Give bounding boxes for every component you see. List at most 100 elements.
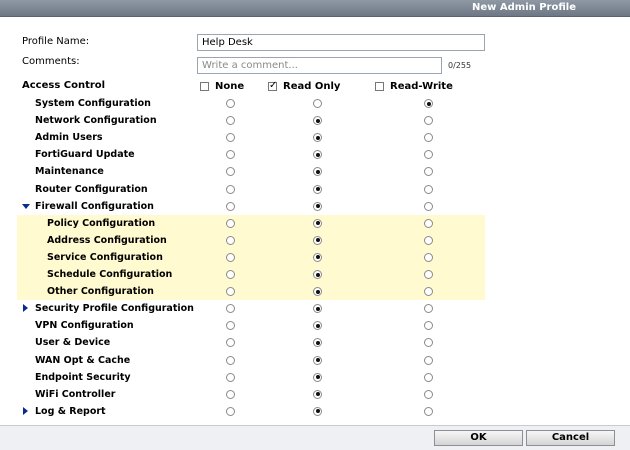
- expand-down-icon[interactable]: [22, 203, 30, 209]
- permission-label: Admin Users: [35, 132, 103, 144]
- permission-row: Log & Report: [0, 403, 630, 420]
- permission-row: System Configuration: [0, 95, 630, 112]
- permission-label: WiFi Controller: [35, 388, 116, 400]
- none-radio[interactable]: [226, 116, 235, 126]
- profile-name-label: Profile Name:: [22, 36, 90, 47]
- title-bar: New Admin Profile: [0, 0, 630, 17]
- read-write-radio[interactable]: [424, 321, 433, 331]
- read-write-radio[interactable]: [424, 252, 433, 262]
- read-only-radio[interactable]: [313, 355, 322, 365]
- read-write-radio[interactable]: [424, 99, 433, 108]
- column-read-only[interactable]: Read Only: [268, 80, 340, 92]
- read-only-radio[interactable]: [313, 133, 322, 143]
- none-radio[interactable]: [226, 218, 235, 228]
- read-only-radio[interactable]: [313, 338, 322, 348]
- none-radio[interactable]: [226, 406, 235, 416]
- none-radio[interactable]: [226, 355, 235, 365]
- read-write-radio[interactable]: [424, 150, 433, 160]
- none-radio[interactable]: [226, 150, 235, 160]
- permission-row: Network Configuration: [0, 112, 630, 129]
- read-write-radio[interactable]: [424, 389, 433, 399]
- read-write-radio[interactable]: [424, 372, 433, 382]
- none-radio[interactable]: [226, 304, 235, 314]
- read-write-radio[interactable]: [424, 201, 433, 211]
- permission-label: Service Configuration: [47, 251, 163, 263]
- none-radio[interactable]: [226, 287, 235, 297]
- permission-label: WAN Opt & Cache: [35, 354, 131, 366]
- comments-counter: 0/255: [448, 61, 472, 70]
- read-write-radio[interactable]: [424, 184, 433, 194]
- read-only-radio[interactable]: [313, 304, 322, 314]
- none-radio[interactable]: [226, 133, 235, 143]
- read-only-checkbox[interactable]: [268, 80, 277, 91]
- comments-input[interactable]: Write a comment...: [197, 57, 442, 74]
- expand-right-icon[interactable]: [23, 304, 28, 313]
- read-write-radio[interactable]: [424, 218, 433, 228]
- permission-row: Maintenance: [0, 163, 630, 180]
- read-only-radio[interactable]: [313, 252, 322, 262]
- read-only-radio[interactable]: [313, 184, 322, 194]
- none-radio[interactable]: [226, 184, 235, 194]
- read-write-checkbox[interactable]: [375, 81, 384, 91]
- read-only-radio[interactable]: [313, 201, 322, 211]
- permission-row: Security Profile Configuration: [0, 300, 630, 317]
- none-radio[interactable]: [226, 167, 235, 177]
- read-only-radio[interactable]: [313, 235, 322, 245]
- read-write-radio[interactable]: [424, 270, 433, 279]
- permission-row: Firewall Configuration: [0, 198, 630, 215]
- permission-label: User & Device: [35, 337, 111, 349]
- permission-label: Schedule Configuration: [47, 269, 173, 280]
- read-write-radio[interactable]: [424, 167, 433, 177]
- read-only-radio[interactable]: [313, 287, 322, 297]
- permission-label: Address Configuration: [47, 234, 167, 246]
- permission-row: Other Configuration: [17, 283, 485, 301]
- read-write-radio[interactable]: [424, 116, 433, 126]
- permission-row: WAN Opt & Cache: [0, 352, 630, 369]
- read-write-radio[interactable]: [424, 406, 433, 416]
- none-radio[interactable]: [226, 235, 235, 245]
- column-read-write-label: Read-Write: [390, 80, 453, 92]
- none-radio[interactable]: [226, 338, 235, 348]
- permission-label: Log & Report: [35, 405, 106, 417]
- permission-row: Service Configuration: [17, 248, 485, 266]
- read-write-radio[interactable]: [424, 338, 433, 348]
- read-only-radio[interactable]: [313, 116, 322, 126]
- read-write-radio[interactable]: [424, 304, 433, 314]
- read-only-radio[interactable]: [313, 99, 322, 108]
- column-read-write[interactable]: Read-Write: [375, 80, 453, 92]
- read-only-radio[interactable]: [313, 406, 322, 416]
- permission-row: User & Device: [0, 334, 630, 351]
- read-only-radio[interactable]: [313, 270, 322, 279]
- read-only-radio[interactable]: [313, 218, 322, 228]
- permission-row: Admin Users: [0, 129, 630, 146]
- profile-name-input[interactable]: [197, 34, 485, 51]
- none-radio[interactable]: [226, 372, 235, 382]
- ok-button[interactable]: OK: [434, 430, 523, 446]
- none-radio[interactable]: [226, 389, 235, 399]
- read-only-radio[interactable]: [313, 372, 322, 382]
- read-write-radio[interactable]: [424, 235, 433, 245]
- read-write-radio[interactable]: [424, 133, 433, 143]
- expand-right-icon[interactable]: [23, 406, 28, 415]
- permission-row: VPN Configuration: [0, 317, 630, 334]
- none-radio[interactable]: [226, 321, 235, 331]
- read-write-radio[interactable]: [424, 355, 433, 365]
- none-radio[interactable]: [226, 252, 235, 262]
- none-radio[interactable]: [226, 270, 235, 279]
- read-only-radio[interactable]: [313, 167, 322, 177]
- permission-label: Maintenance: [35, 166, 104, 178]
- read-write-radio[interactable]: [424, 287, 433, 297]
- permission-label: Endpoint Security: [35, 371, 131, 383]
- permission-row: Address Configuration: [17, 231, 485, 249]
- read-only-radio[interactable]: [313, 321, 322, 331]
- read-only-radio[interactable]: [313, 389, 322, 399]
- none-radio[interactable]: [226, 201, 235, 211]
- cancel-button[interactable]: Cancel: [526, 430, 615, 446]
- permission-label: Security Profile Configuration: [35, 303, 194, 315]
- permission-label: Policy Configuration: [47, 217, 156, 229]
- read-only-radio[interactable]: [313, 150, 322, 160]
- column-none[interactable]: None: [200, 80, 244, 92]
- none-checkbox[interactable]: [200, 81, 209, 91]
- none-radio[interactable]: [226, 99, 235, 108]
- permission-row: FortiGuard Update: [0, 146, 630, 163]
